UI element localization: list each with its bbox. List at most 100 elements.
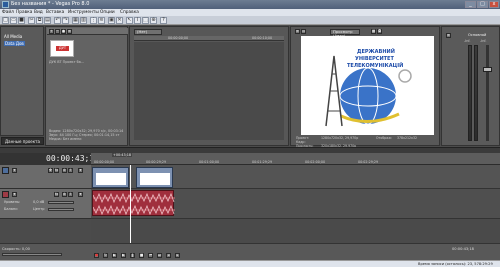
audio-track-header[interactable]: ▾ fx ⊘ ! ▾ Уровень: 0,0 dB Баланс: Центр bbox=[0, 189, 91, 219]
record-icon[interactable]: ● bbox=[94, 253, 99, 258]
trimmer-panel: (Нет) 00:00:00;00 00:00:10;00 bbox=[129, 26, 289, 146]
tree-item-data[interactable]: Data Дов bbox=[4, 41, 25, 46]
window-title: Без названия * - Vegas Pro 8.0 bbox=[11, 1, 90, 7]
pan-slider[interactable] bbox=[48, 208, 74, 211]
video-clip-1[interactable] bbox=[92, 167, 129, 188]
mixer-label: Основной bbox=[468, 33, 487, 37]
prev-frame-icon[interactable]: ◂ bbox=[166, 253, 171, 258]
preview-panel: Просмотр (Авто) ≡ ▭ ▦ ◘ ДЕРЖАВНИЙ УНІВЕР… bbox=[290, 26, 440, 148]
video-clip-2-thumbnail bbox=[140, 173, 170, 185]
edit-tool-icon[interactable]: ↖ bbox=[126, 17, 133, 24]
preview-quality-dropdown[interactable]: Просмотр (Авто) bbox=[330, 29, 360, 38]
next-frame-icon[interactable]: ▸ bbox=[175, 253, 180, 258]
master-fader[interactable] bbox=[483, 67, 492, 72]
menu-options[interactable]: Опции bbox=[100, 10, 115, 15]
video-track-menu-icon[interactable]: ▾ bbox=[78, 168, 83, 173]
help-icon[interactable]: ? bbox=[160, 17, 167, 24]
trimmer-view[interactable] bbox=[134, 42, 284, 140]
menu-edit[interactable]: Правка bbox=[16, 10, 32, 15]
mixer-value-right: -Inf. bbox=[480, 39, 487, 43]
video-track-fx-icon[interactable]: fx bbox=[54, 168, 59, 173]
preview-info-display: Отображ: bbox=[376, 136, 393, 140]
ripple-icon[interactable]: ≋ bbox=[98, 17, 105, 24]
save-icon[interactable]: ■ bbox=[18, 17, 25, 24]
copy-icon[interactable]: ⧉ bbox=[36, 17, 43, 24]
crossfade-icon[interactable]: ✕ bbox=[116, 17, 123, 24]
preview-info-project-value: 1280x720x32, 29,970p bbox=[321, 136, 359, 140]
timeline-ruler[interactable]: +00:43;18 00:00:00;00 00:00:29;29 00:01:… bbox=[91, 153, 500, 165]
audio-track-fx-icon[interactable]: fx bbox=[54, 192, 59, 197]
go-to-start-icon[interactable]: ⏮ bbox=[148, 253, 153, 258]
media-thumbnail[interactable]: ДУТ bbox=[50, 40, 74, 57]
trimmer-ruler: 00:00:00;00 00:00:10;00 bbox=[134, 36, 284, 41]
media-thumb-label: ДУК ВТ Проект ба... bbox=[49, 60, 85, 64]
media-toolbar: + − ● ≡ bbox=[47, 28, 128, 35]
mixer-properties-icon[interactable]: ≡ bbox=[446, 33, 451, 38]
menu-file[interactable]: Файл bbox=[2, 10, 14, 15]
capture-icon[interactable]: ● bbox=[61, 29, 66, 34]
video-track-header[interactable]: ▾ ✥ fx ⊘ ! ▾ bbox=[0, 165, 91, 189]
menu-help[interactable]: Справка bbox=[120, 10, 139, 15]
video-track-solo-icon[interactable]: ! bbox=[68, 168, 73, 173]
audio-track-expand-icon[interactable]: ▾ bbox=[12, 192, 17, 197]
logo-line-2: УНІВЕРСИТЕТ bbox=[355, 56, 394, 62]
explorer-tab[interactable]: Данные проекта bbox=[1, 137, 44, 145]
undo-icon[interactable]: ↶ bbox=[54, 17, 61, 24]
menu-view[interactable]: Вид bbox=[34, 10, 43, 15]
video-clip-1-thumbnail bbox=[96, 173, 126, 185]
import-icon[interactable]: + bbox=[49, 29, 54, 34]
title-bar: Без названия * - Vegas Pro 8.0 _ □ x bbox=[0, 0, 500, 9]
preview-properties-icon[interactable]: ≡ bbox=[295, 29, 300, 34]
close-button[interactable]: x bbox=[489, 1, 499, 8]
minimize-button[interactable]: _ bbox=[465, 1, 476, 8]
tree-item-all-media[interactable]: All Media bbox=[4, 34, 22, 39]
playhead-cursor[interactable] bbox=[130, 165, 131, 243]
zoom-tool-icon[interactable]: ⊕ bbox=[150, 17, 157, 24]
overlay-icon[interactable]: ▦ bbox=[371, 29, 376, 34]
ruler-label-1: 00:00:29;29 bbox=[146, 160, 167, 164]
video-track-expand-icon[interactable]: ▾ bbox=[12, 168, 17, 173]
time-display-area: 00:00:43;18 bbox=[0, 153, 99, 165]
envelope-tool-icon[interactable]: ⌇ bbox=[134, 17, 141, 24]
menu-tools[interactable]: Инструменты bbox=[68, 10, 99, 15]
media-properties-icon[interactable]: ≡ bbox=[67, 29, 72, 34]
cut-icon[interactable]: ✂ bbox=[28, 17, 35, 24]
loop-icon[interactable]: ↻ bbox=[103, 253, 108, 258]
external-monitor-icon[interactable]: ▭ bbox=[301, 29, 306, 34]
explore-icon[interactable]: ▥ bbox=[80, 17, 87, 24]
menu-insert[interactable]: Вставка bbox=[46, 10, 64, 15]
timeline-track-area[interactable] bbox=[91, 165, 500, 243]
audio-clip[interactable] bbox=[92, 190, 175, 216]
rate-slider[interactable] bbox=[2, 253, 62, 256]
snapshot-icon[interactable]: ◘ bbox=[377, 29, 382, 34]
play-icon[interactable]: ▶ bbox=[121, 253, 126, 258]
play-from-start-icon[interactable]: ▶ bbox=[112, 253, 117, 258]
video-clip-2[interactable] bbox=[136, 167, 173, 188]
trimmer-dropdown[interactable]: (Нет) bbox=[134, 29, 162, 35]
pause-icon[interactable]: ‖ bbox=[130, 253, 135, 258]
transport-bar: Скорость: 0,00 ● ↻ ▶ ▶ ‖ ■ ⏮ ⏭ ◂ ▸ 00:00… bbox=[0, 243, 500, 260]
properties-icon[interactable]: ▦ bbox=[72, 17, 79, 24]
volume-slider[interactable] bbox=[48, 201, 74, 204]
open-icon[interactable]: ▭ bbox=[10, 17, 17, 24]
toolbar: □ ▭ ■ ✂ ⧉ ▤ ↶ ↷ ▦ ▥ ⋮ ≋ ▣ ✕ ↖ ⌇ ⬚ ⊕ ? bbox=[0, 16, 500, 25]
track-list-empty bbox=[0, 219, 91, 243]
selection-tool-icon[interactable]: ⬚ bbox=[142, 17, 149, 24]
snap-icon[interactable]: ⋮ bbox=[90, 17, 97, 24]
meter-left bbox=[468, 45, 472, 141]
audio-track-mute-icon[interactable]: ⊘ bbox=[62, 192, 67, 197]
preview-info-display-value: 378x212x32 bbox=[397, 136, 417, 140]
audio-track-menu-icon[interactable]: ▾ bbox=[78, 192, 83, 197]
redo-icon[interactable]: ↷ bbox=[62, 17, 69, 24]
video-track-mute-icon[interactable]: ⊘ bbox=[62, 168, 67, 173]
paste-icon[interactable]: ▤ bbox=[44, 17, 51, 24]
audio-track-solo-icon[interactable]: ! bbox=[68, 192, 73, 197]
maximize-button[interactable]: □ bbox=[477, 1, 488, 8]
remove-icon[interactable]: − bbox=[55, 29, 60, 34]
stop-icon[interactable]: ■ bbox=[139, 253, 144, 258]
new-icon[interactable]: □ bbox=[2, 17, 9, 24]
media-info-name: Медиа: Без имени bbox=[49, 137, 82, 141]
video-track-motion-icon[interactable]: ✥ bbox=[48, 168, 53, 173]
lock-icon[interactable]: ▣ bbox=[108, 17, 115, 24]
go-to-end-icon[interactable]: ⏭ bbox=[157, 253, 162, 258]
